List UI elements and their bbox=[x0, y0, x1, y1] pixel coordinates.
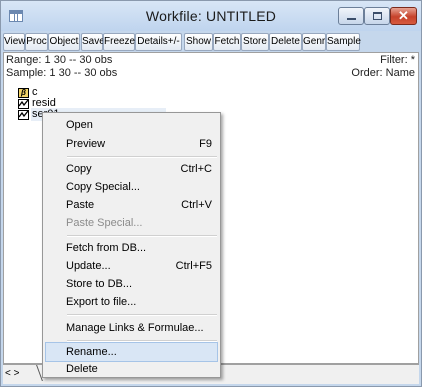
freeze-button[interactable]: Freeze bbox=[103, 33, 135, 51]
menu-separator bbox=[67, 235, 217, 237]
close-icon: ✕ bbox=[398, 8, 409, 23]
toolbar: View Proc Object Save Freeze Details+/- … bbox=[3, 33, 419, 51]
maximize-icon bbox=[373, 12, 382, 20]
maximize-button[interactable] bbox=[364, 7, 390, 25]
menu-item-paste[interactable]: Paste Ctrl+V bbox=[45, 195, 218, 215]
save-button[interactable]: Save bbox=[81, 33, 105, 51]
series-icon bbox=[18, 99, 29, 109]
menu-item-preview[interactable]: Preview F9 bbox=[45, 134, 218, 154]
fetch-button[interactable]: Fetch bbox=[213, 33, 241, 51]
menu-item-copy-special[interactable]: Copy Special... bbox=[45, 177, 218, 197]
menu-separator bbox=[67, 156, 217, 158]
menu-item-open[interactable]: Open bbox=[45, 115, 218, 135]
details-button[interactable]: Details+/- bbox=[135, 33, 182, 51]
menu-separator bbox=[67, 314, 217, 316]
menu-item-delete[interactable]: Delete bbox=[45, 359, 218, 379]
menu-item-store-to-db[interactable]: Store to DB... bbox=[45, 274, 218, 294]
delete-button[interactable]: Delete bbox=[269, 33, 302, 51]
filter-text: Filter: * bbox=[380, 54, 415, 66]
sample-text: Sample: 1 30 -- 30 obs bbox=[6, 67, 118, 79]
minimize-button[interactable] bbox=[338, 7, 364, 25]
menu-item-paste-special: Paste Special... bbox=[66, 217, 143, 229]
title-bar[interactable]: Workfile: UNTITLED ✕ bbox=[1, 1, 421, 31]
minimize-icon bbox=[347, 18, 356, 20]
menu-item-fetch-from-db[interactable]: Fetch from DB... bbox=[45, 238, 218, 258]
object-button[interactable]: Object bbox=[48, 33, 80, 51]
genr-button[interactable]: Genr bbox=[302, 33, 326, 51]
show-button[interactable]: Show bbox=[184, 33, 213, 51]
view-button[interactable]: View bbox=[3, 33, 26, 51]
menu-item-update[interactable]: Update... Ctrl+F5 bbox=[45, 256, 218, 276]
context-menu: Open Preview F9 Copy Ctrl+C Copy Special..… bbox=[42, 112, 221, 378]
proc-button[interactable]: Proc bbox=[25, 33, 48, 51]
menu-item-export-to-file[interactable]: Export to file... bbox=[45, 292, 218, 312]
menu-item-copy[interactable]: Copy Ctrl+C bbox=[45, 159, 218, 179]
menu-item-manage-links[interactable]: Manage Links & Formulae... bbox=[45, 318, 218, 338]
close-button[interactable]: ✕ bbox=[390, 7, 417, 25]
workfile-page-tab[interactable] bbox=[20, 365, 43, 381]
tab-scroll-arrows[interactable]: < > bbox=[5, 368, 19, 379]
store-button[interactable]: Store bbox=[241, 33, 269, 51]
range-text: Range: 1 30 -- 30 obs bbox=[6, 54, 113, 66]
coefficient-icon: β bbox=[18, 88, 29, 98]
series-icon bbox=[18, 110, 29, 120]
order-text: Order: Name bbox=[351, 67, 415, 79]
sample-button[interactable]: Sample bbox=[326, 33, 361, 51]
